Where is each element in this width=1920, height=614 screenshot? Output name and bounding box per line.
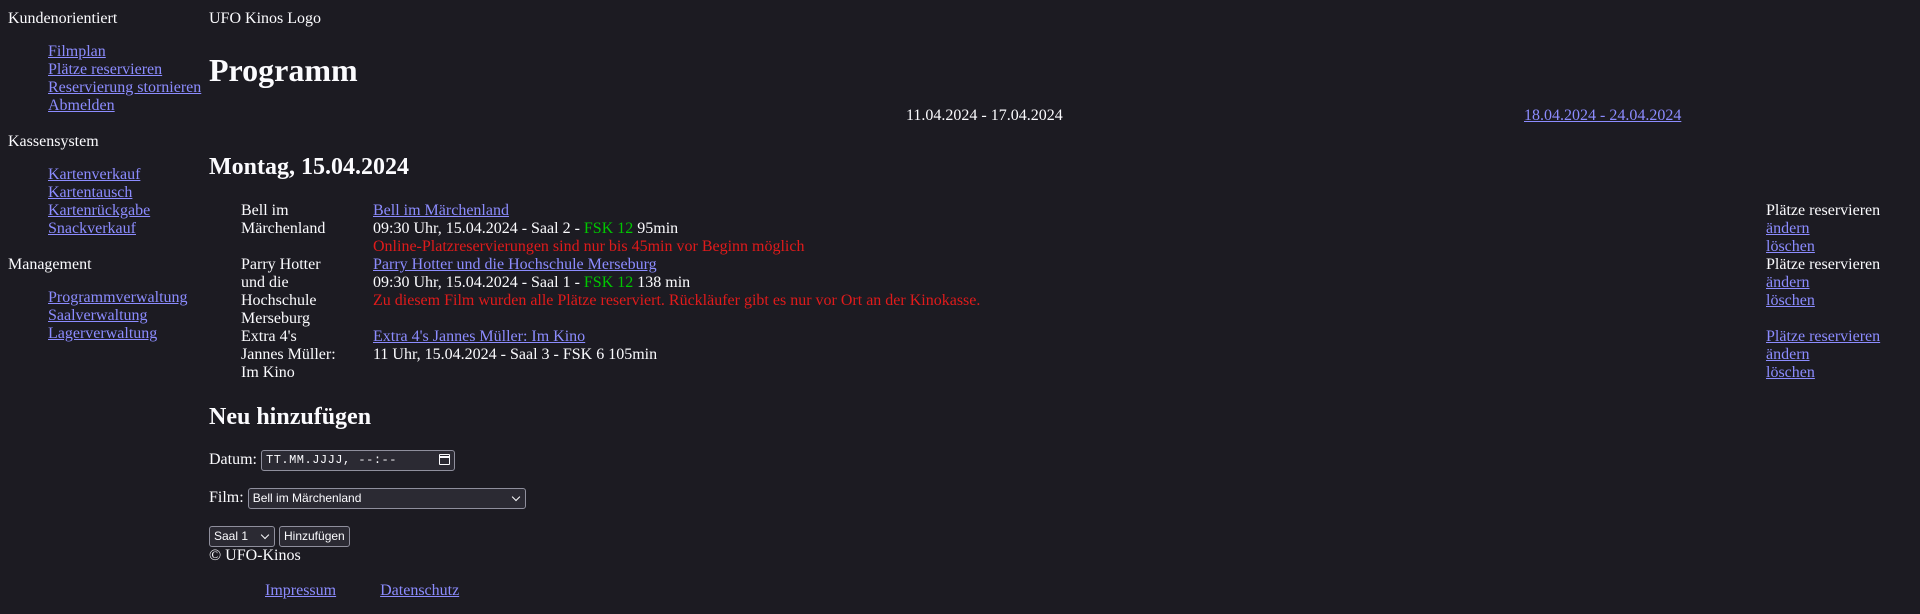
show-details: 09:30 Uhr, 15.04.2024 - Saal 1 - FSK 12 … — [373, 274, 1473, 292]
week-navigation: 11.04.2024 - 17.04.2024 18.04.2024 - 24.… — [209, 107, 1920, 127]
footer-links: Impressum Datenschutz — [265, 582, 499, 600]
saal-select[interactable]: Saal 1 — [209, 526, 275, 547]
sidebar-item-kartentausch[interactable]: Kartentausch — [48, 184, 132, 201]
show-row: Parry Hotter und die Hochschule Mersebur… — [209, 256, 1920, 328]
show-warning: Zu diesem Film wurden alle Plätze reserv… — [373, 292, 981, 309]
edit-link[interactable]: ändern — [1766, 220, 1810, 237]
sidebar-item-filmplan[interactable]: Filmplan — [48, 43, 106, 60]
film-select[interactable]: Bell im Märchenland — [247, 488, 526, 509]
show-actions: Plätze reservieren ändern löschen — [1766, 256, 1916, 310]
sidebar-heading-kundenorientiert: Kundenorientiert — [8, 10, 118, 27]
show-actions: Plätze reservieren ändern löschen — [1766, 202, 1916, 256]
copyright: © UFO-Kinos — [209, 547, 301, 564]
delete-link[interactable]: löschen — [1766, 238, 1815, 255]
show-title-link[interactable]: Extra 4's Jannes Müller: Im Kino — [373, 328, 585, 345]
show-short-title: Bell im Märchenland — [241, 202, 326, 237]
chevron-down-icon — [511, 492, 520, 502]
chevron-down-icon — [260, 530, 270, 540]
reserve-label: Plätze reservieren — [1766, 202, 1881, 219]
current-week-label: 11.04.2024 - 17.04.2024 — [906, 107, 1063, 124]
reserve-label: Plätze reservieren — [1766, 256, 1881, 273]
sidebar-item-plaetze-reservieren[interactable]: Plätze reservieren — [48, 61, 162, 78]
show-duration: 95min — [633, 220, 679, 237]
film-row: Film: Bell im Märchenland — [209, 488, 526, 509]
fsk-badge: FSK 12 — [583, 274, 634, 291]
logo: UFO Kinos Logo — [209, 10, 322, 27]
sidebar-item-kartenverkauf[interactable]: Kartenverkauf — [48, 166, 140, 183]
saal-select-value: Saal 1 — [214, 529, 249, 543]
show-info: Bell im Märchenland 09:30 Uhr, 15.04.202… — [373, 202, 1473, 256]
sidebar-item-saalverwaltung[interactable]: Saalverwaltung — [48, 307, 148, 324]
edit-link[interactable]: ändern — [1766, 346, 1810, 363]
show-info: Extra 4's Jannes Müller: Im Kino 11 Uhr,… — [373, 328, 1473, 364]
show-actions: Plätze reservieren ändern löschen — [1766, 328, 1916, 382]
show-info: Parry Hotter und die Hochschule Mersebur… — [373, 256, 1473, 310]
delete-link[interactable]: löschen — [1766, 364, 1815, 381]
film-label: Film: — [209, 489, 244, 507]
show-warning: Online-Platzreservierungen sind nur bis … — [373, 238, 805, 255]
sidebar-item-snackverkauf[interactable]: Snackverkauf — [48, 220, 136, 237]
sidebar-item-kartenrueckgabe[interactable]: Kartenrückgabe — [48, 202, 150, 219]
date-input[interactable]: TT.MM.JJJJ, --:-- — [261, 450, 455, 471]
sidebar-item-lagerverwaltung[interactable]: Lagerverwaltung — [48, 325, 157, 342]
saal-row: Saal 1 Hinzufügen — [209, 526, 350, 547]
sidebar-item-programmverwaltung[interactable]: Programmverwaltung — [48, 289, 188, 306]
show-title-link[interactable]: Bell im Märchenland — [373, 202, 509, 219]
date-placeholder: TT.MM.JJJJ, --:-- — [266, 453, 397, 467]
sidebar-item-abmelden[interactable]: Abmelden — [48, 97, 115, 114]
sidebar-heading-management: Management — [8, 256, 92, 273]
show-short-title: Extra 4's Jannes Müller: Im Kino — [241, 328, 336, 381]
day-title: Montag, 15.04.2024 — [209, 154, 409, 180]
sidebar: Kundenorientiert Filmplan Plätze reservi… — [8, 10, 208, 361]
reserve-link[interactable]: Plätze reservieren — [1766, 328, 1880, 345]
footer-link-impressum[interactable]: Impressum — [265, 582, 336, 599]
film-select-value: Bell im Märchenland — [252, 491, 362, 505]
show-time: 09:30 Uhr, 15.04.2024 - Saal 2 - — [373, 220, 584, 237]
add-button[interactable]: Hinzufügen — [279, 526, 350, 547]
fsk-badge: FSK 12 — [583, 220, 634, 237]
show-details: 11 Uhr, 15.04.2024 - Saal 3 - FSK 6 105m… — [373, 346, 658, 363]
calendar-icon[interactable] — [439, 454, 450, 465]
show-row: Bell im Märchenland Bell im Märchenland … — [209, 202, 1920, 256]
edit-link[interactable]: ändern — [1766, 274, 1810, 291]
show-short-title: Parry Hotter und die Hochschule Mersebur… — [241, 256, 321, 327]
sidebar-item-reservierung-stornieren[interactable]: Reservierung stornieren — [48, 79, 201, 96]
next-week-link[interactable]: 18.04.2024 - 24.04.2024 — [1524, 107, 1681, 125]
main-content: UFO Kinos Logo Programm 11.04.2024 - 17.… — [209, 10, 1920, 599]
sidebar-heading-kassensystem: Kassensystem — [8, 133, 99, 150]
page-title: Programm — [209, 52, 358, 88]
footer-link-datenschutz[interactable]: Datenschutz — [380, 582, 459, 599]
show-time: 09:30 Uhr, 15.04.2024 - Saal 1 - — [373, 274, 584, 291]
show-duration: 138 min — [633, 274, 691, 291]
add-section-title: Neu hinzufügen — [209, 404, 372, 430]
show-details: 09:30 Uhr, 15.04.2024 - Saal 2 - FSK 12 … — [373, 220, 1473, 238]
show-row: Extra 4's Jannes Müller: Im Kino Extra 4… — [209, 328, 1920, 382]
delete-link[interactable]: löschen — [1766, 292, 1815, 309]
show-title-link[interactable]: Parry Hotter und die Hochschule Mersebur… — [373, 256, 657, 273]
date-label: Datum: — [209, 451, 257, 469]
date-row: Datum: TT.MM.JJJJ, --:-- — [209, 450, 455, 471]
